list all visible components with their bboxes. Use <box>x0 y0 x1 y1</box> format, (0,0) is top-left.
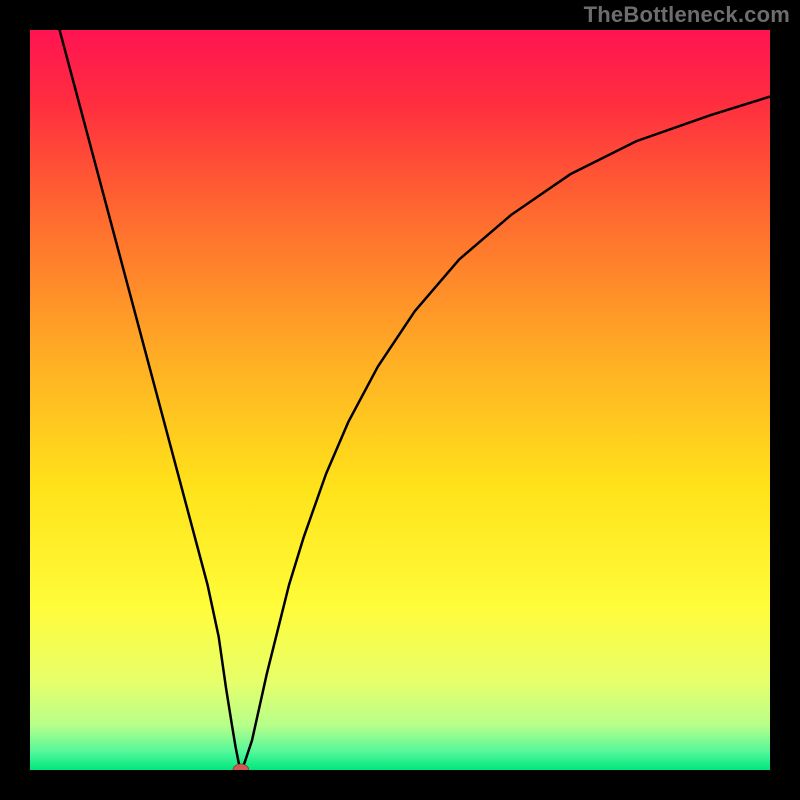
gradient-background <box>30 30 770 770</box>
chart-frame: TheBottleneck.com <box>0 0 800 800</box>
bottleneck-chart <box>0 0 800 800</box>
minimum-marker <box>233 764 249 776</box>
